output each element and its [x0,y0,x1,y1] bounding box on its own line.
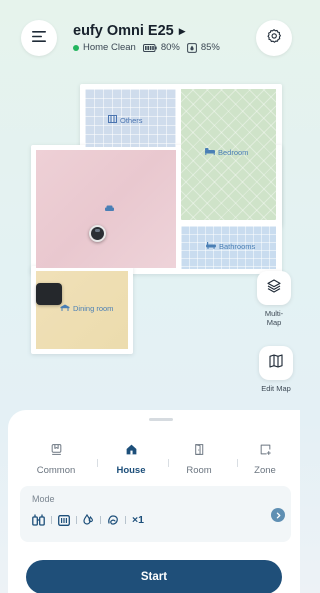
room-label-others: Others [108,115,143,125]
room-others[interactable]: Others [85,89,176,147]
sheet-drag-handle[interactable] [149,418,173,421]
multi-map-label: Multi-Map [264,309,284,328]
start-button[interactable]: Start [26,560,282,593]
tab-zone[interactable]: Zone [235,443,295,476]
room-label-dining: Dining room [60,304,113,313]
mode-separator [100,516,101,524]
bathtub-icon [206,242,216,251]
mode-separator [51,516,52,524]
room-icon [193,443,206,461]
house-icon [125,443,138,461]
tab-divider [97,459,98,467]
zone-icon [259,443,272,461]
water-level-icon [83,514,94,526]
edit-map-button[interactable] [259,346,293,380]
chevron-right-icon[interactable] [271,508,285,522]
tab-room[interactable]: Room [169,443,229,476]
room-bathrooms[interactable]: Bathrooms [181,226,276,269]
tab-house[interactable]: House [101,443,161,476]
floor-map[interactable]: Others Bedroom Bathrooms Dining room [0,0,300,400]
control-sheet: Common House Room Zone Mode ×1 Start [8,410,300,593]
suction-icon [58,514,70,526]
tab-common[interactable]: Common [26,443,86,476]
mode-settings-row: ×1 [32,513,144,527]
dining-table-icon [60,304,70,313]
mode-card[interactable]: Mode ×1 [20,486,291,542]
sofa-icon [105,205,114,214]
cleaning-passes: ×1 [132,514,144,526]
map-icon [268,353,284,374]
clean-type-tabs: Common House Room Zone [8,443,300,477]
room-label-bedroom: Bedroom [205,148,248,157]
charging-dock-icon [36,283,62,305]
bookshelf-icon [108,115,117,125]
edit-map-tool[interactable]: Edit Map [257,346,295,393]
multi-map-tool[interactable]: Multi-Map [257,271,291,328]
room-living-area[interactable] [36,150,176,268]
layers-icon [266,278,282,299]
common-icon [50,443,63,461]
room-label-bathrooms: Bathrooms [206,242,255,251]
edit-map-label: Edit Map [261,384,291,393]
bed-icon [205,148,215,157]
room-bedroom[interactable]: Bedroom [181,89,276,220]
cleaning-route-icon [107,514,119,526]
mode-separator [125,516,126,524]
robot-position-icon [89,225,106,242]
vacuum-mop-icon [32,514,45,526]
mode-title: Mode [32,494,55,504]
mode-separator [76,516,77,524]
room-label-main [105,205,117,214]
multi-map-button[interactable] [257,271,291,305]
